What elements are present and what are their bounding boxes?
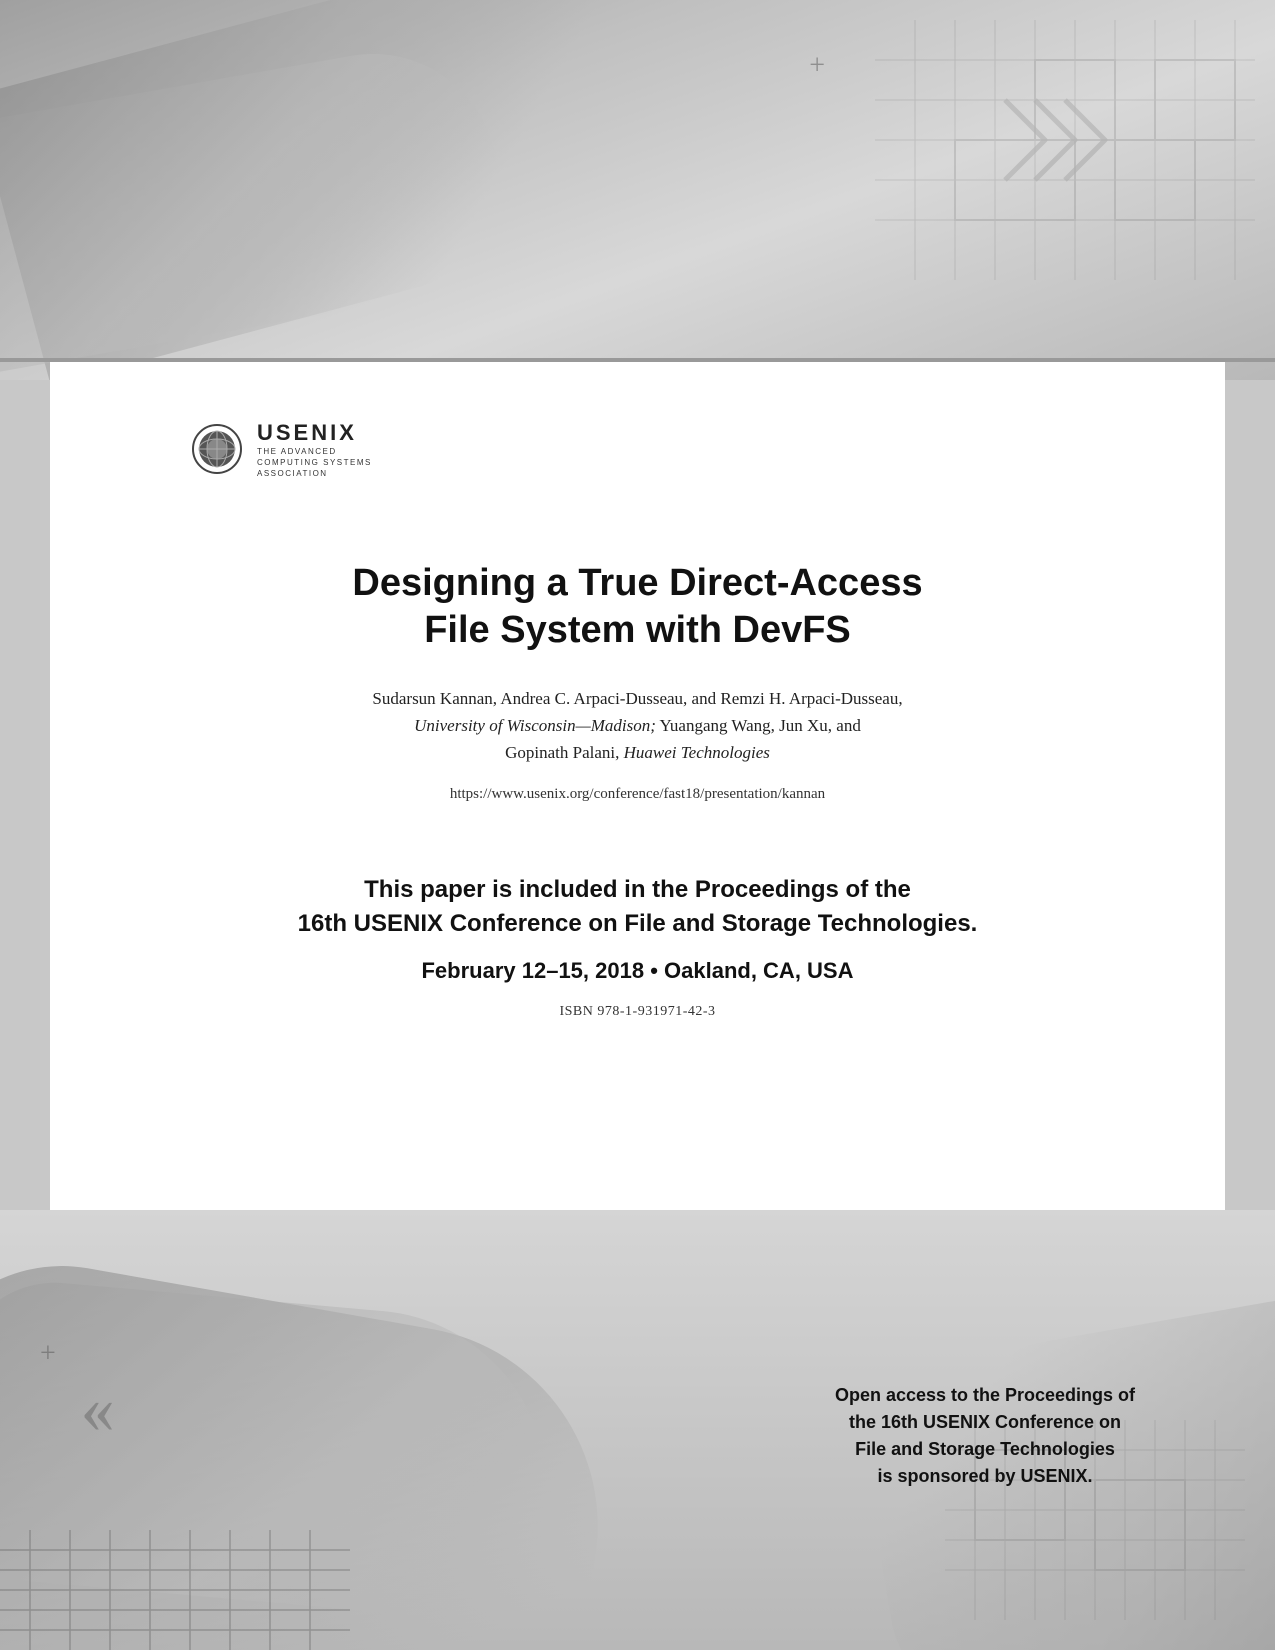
top-decoration: +: [0, 0, 1275, 380]
circuit-top-right: [875, 20, 1255, 280]
isbn: ISBN 978-1-931971-42-3: [559, 1004, 715, 1020]
logo-text-area: USENIX THE ADVANCED COMPUTING SYSTEMS AS…: [257, 420, 372, 480]
main-content: USENIX THE ADVANCED COMPUTING SYSTEMS AS…: [50, 360, 1225, 1210]
plus-signs-top: +: [809, 50, 825, 82]
usenix-logo-icon: [190, 422, 245, 477]
open-access-text: Open access to the Proceedings of the 16…: [795, 1382, 1175, 1490]
proceedings-statement: This paper is included in the Proceeding…: [298, 873, 978, 940]
open-access-box: Open access to the Proceedings of the 16…: [795, 1382, 1175, 1490]
logo-area: USENIX THE ADVANCED COMPUTING SYSTEMS AS…: [190, 420, 372, 480]
logo-subtitle: THE ADVANCED COMPUTING SYSTEMS ASSOCIATI…: [257, 446, 372, 480]
logo-name: USENIX: [257, 420, 372, 446]
plus-sign-bottom: +: [40, 1338, 56, 1370]
paper-title: Designing a True Direct-Access File Syst…: [352, 560, 922, 655]
top-right-decoration: [775, 0, 1275, 380]
bottom-decoration: ‹‹ +: [0, 1210, 1275, 1650]
chevrons-left-icon: ‹‹: [80, 1370, 107, 1450]
separator: [0, 358, 1275, 362]
paper-authors: Sudarsun Kannan, Andrea C. Arpaci-Dussea…: [372, 685, 902, 767]
conference-date: February 12–15, 2018 • Oakland, CA, USA: [421, 958, 853, 984]
paper-url: https://www.usenix.org/conference/fast18…: [450, 786, 825, 803]
circuit-lines-bottom: [0, 1530, 350, 1650]
